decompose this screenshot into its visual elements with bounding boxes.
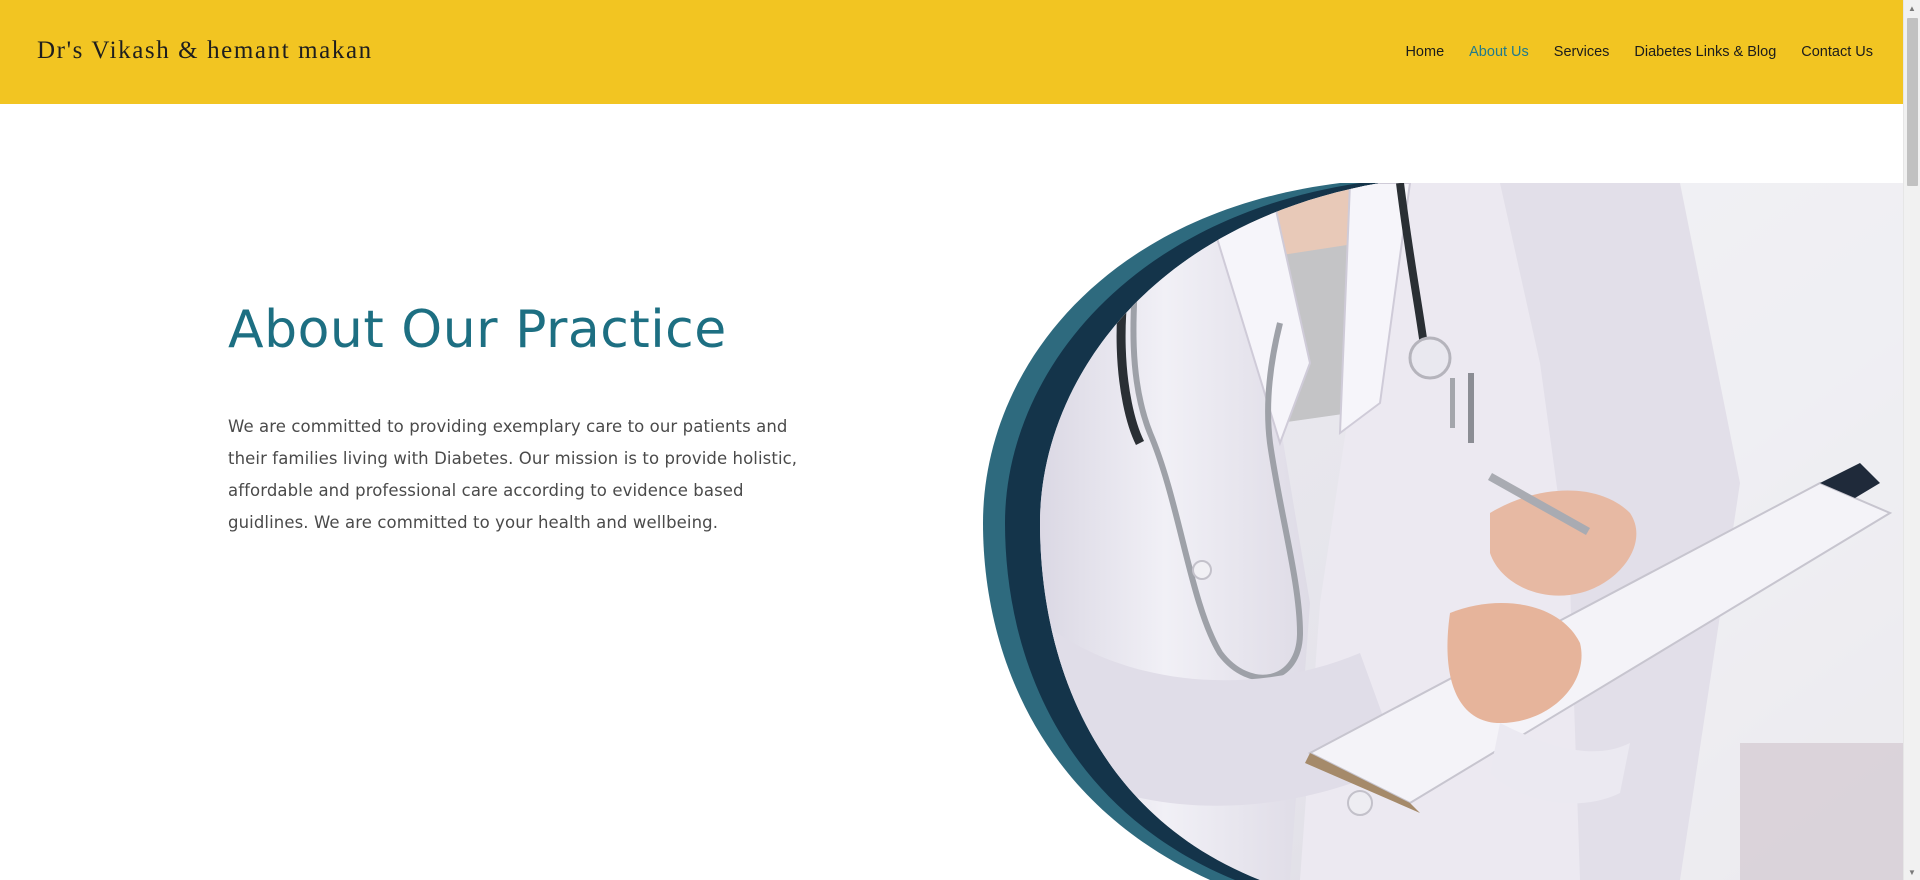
scroll-thumb[interactable] (1907, 18, 1918, 186)
nav-home[interactable]: Home (1405, 42, 1444, 62)
intro-paragraph: We are committed to providing exemplary … (228, 417, 798, 532)
scroll-down-arrow-icon[interactable]: ▼ (1904, 864, 1920, 880)
nav-services[interactable]: Services (1554, 42, 1610, 62)
site-header: Dr's Vikash & hemant makan Home About Us… (0, 0, 1903, 104)
brand-logo-text[interactable]: Dr's Vikash & hemant makan (37, 36, 373, 66)
page-title: About Our Practice (228, 300, 727, 360)
scroll-up-arrow-icon[interactable]: ▲ (1904, 0, 1920, 16)
page-scrollbar[interactable]: ▲ ▼ (1903, 0, 1920, 880)
doctor-hero-image (980, 183, 1903, 880)
main-nav: Home About Us Services Diabetes Links & … (1405, 42, 1873, 62)
nav-about-us[interactable]: About Us (1469, 42, 1529, 62)
nav-contact-us[interactable]: Contact Us (1801, 42, 1873, 62)
nav-diabetes-links-blog[interactable]: Diabetes Links & Blog (1634, 42, 1776, 62)
